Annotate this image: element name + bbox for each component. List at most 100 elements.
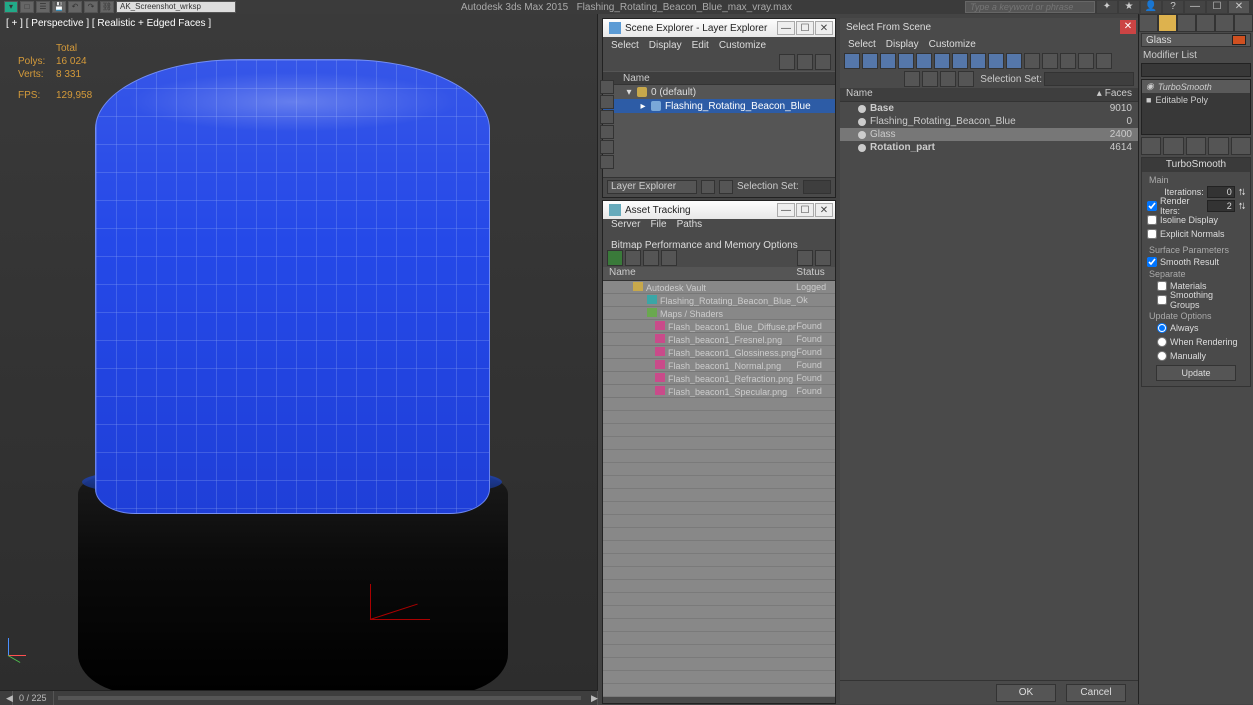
- timeline-next-icon[interactable]: ▶: [585, 691, 598, 705]
- display-all-icon[interactable]: [600, 80, 614, 94]
- viewport[interactable]: [ + ] [ Perspective ] [ Realistic + Edge…: [0, 14, 598, 690]
- smooth-result-checkbox[interactable]: [1147, 257, 1157, 267]
- smoothing-groups-checkbox[interactable]: [1157, 295, 1167, 305]
- find-icon[interactable]: [904, 71, 920, 87]
- asset-row[interactable]: Flash_beacon1_Blue_Diffuse.pngFound: [603, 320, 835, 333]
- utilities-tab-icon[interactable]: [1234, 14, 1253, 32]
- minimize-icon[interactable]: —: [777, 203, 795, 217]
- app-menu-icon[interactable]: ▾: [4, 1, 18, 13]
- filter-container-icon[interactable]: [970, 53, 986, 69]
- display-shapes-icon[interactable]: [600, 110, 614, 124]
- render-iters-spinner[interactable]: 2: [1207, 200, 1235, 212]
- help-icon[interactable]: ?: [1163, 1, 1183, 13]
- save-icon[interactable]: 💾: [52, 1, 66, 13]
- filter-camera-icon[interactable]: [898, 53, 914, 69]
- refresh-icon[interactable]: [607, 250, 623, 266]
- sfs-row[interactable]: Flashing_Rotating_Beacon_Blue0: [840, 115, 1138, 128]
- menu-display[interactable]: Display: [649, 40, 682, 51]
- tree-row-object[interactable]: ▸ Flashing_Rotating_Beacon_Blue: [603, 99, 835, 113]
- beacon-model[interactable]: [60, 49, 530, 669]
- tool-icon-2[interactable]: [643, 250, 659, 266]
- signin-icon[interactable]: 👤: [1141, 1, 1161, 13]
- sfs-row[interactable]: Glass2400: [840, 128, 1138, 141]
- sfs-selection-set-dropdown[interactable]: [1044, 72, 1134, 86]
- filter-geom-icon[interactable]: [844, 53, 860, 69]
- update-button[interactable]: Update: [1156, 365, 1236, 381]
- close-button[interactable]: ✕: [1229, 1, 1249, 13]
- update-rendering-radio[interactable]: [1157, 337, 1167, 347]
- sfs-table-header[interactable]: Name ▴Faces: [840, 88, 1138, 102]
- display-geom-icon[interactable]: [600, 95, 614, 109]
- explorer-dropdown[interactable]: Layer Explorer: [607, 180, 697, 194]
- settings-icon[interactable]: [958, 71, 974, 87]
- modify-tab-icon[interactable]: [1158, 14, 1177, 32]
- asset-row[interactable]: Flash_beacon1_Refraction.pngFound: [603, 372, 835, 385]
- display-icon[interactable]: [1024, 53, 1040, 69]
- display-icon-4[interactable]: [1078, 53, 1094, 69]
- time-slider[interactable]: [58, 696, 581, 700]
- minimize-icon[interactable]: —: [777, 21, 795, 35]
- menu-server[interactable]: Server: [611, 219, 640, 230]
- make-unique-icon[interactable]: [1186, 137, 1206, 155]
- display-icon-2[interactable]: [1042, 53, 1058, 69]
- minimize-button[interactable]: —: [1185, 1, 1205, 13]
- render-iters-checkbox[interactable]: [1147, 201, 1157, 211]
- transform-gizmo[interactable]: [370, 584, 440, 634]
- asset-row[interactable]: Flashing_Rotating_Beacon_Blue_max_vray.m…: [603, 294, 835, 307]
- timeline-prev-icon[interactable]: ◀: [0, 691, 13, 705]
- layer-settings-icon[interactable]: [719, 180, 733, 194]
- rollout-header[interactable]: TurboSmooth: [1142, 158, 1250, 172]
- redo-icon[interactable]: ↷: [84, 1, 98, 13]
- maximize-button[interactable]: ☐: [1207, 1, 1227, 13]
- filter-space-icon[interactable]: [934, 53, 950, 69]
- menu-paths[interactable]: Paths: [677, 219, 703, 230]
- menu-customize[interactable]: Customize: [719, 40, 766, 51]
- tool-icon-3[interactable]: [661, 250, 677, 266]
- asset-row[interactable]: Maps / Shaders: [603, 307, 835, 320]
- viewport-label[interactable]: [ + ] [ Perspective ] [ Realistic + Edge…: [6, 18, 211, 29]
- asset-row[interactable]: Flash_beacon1_Glossiness.pngFound: [603, 346, 835, 359]
- explicit-normals-checkbox[interactable]: [1147, 229, 1157, 239]
- scene-explorer-title-bar[interactable]: Scene Explorer - Layer Explorer — ☐ ✕: [603, 19, 835, 37]
- filter-frozen-icon[interactable]: [988, 53, 1004, 69]
- maximize-icon[interactable]: ☐: [796, 21, 814, 35]
- layer-icon-btn[interactable]: [701, 180, 715, 194]
- show-result-icon[interactable]: [1163, 137, 1183, 155]
- help-search-input[interactable]: [965, 1, 1095, 13]
- cancel-button[interactable]: Cancel: [1066, 684, 1126, 702]
- pin-stack-icon[interactable]: [1141, 137, 1161, 155]
- display-cameras-icon[interactable]: [600, 140, 614, 154]
- menu-display[interactable]: Display: [886, 39, 919, 50]
- asset-row[interactable]: Autodesk VaultLogged: [603, 281, 835, 294]
- display-icon-3[interactable]: [1060, 53, 1076, 69]
- asset-row[interactable]: Flash_beacon1_Specular.pngFound: [603, 385, 835, 398]
- asset-tracking-title-bar[interactable]: Asset Tracking — ☐ ✕: [603, 201, 835, 219]
- ok-button[interactable]: OK: [996, 684, 1056, 702]
- modifier-turbosmooth[interactable]: ◉TurboSmooth: [1142, 80, 1250, 93]
- menu-select[interactable]: Select: [611, 40, 639, 51]
- display-helpers-icon[interactable]: [600, 155, 614, 169]
- undo-icon[interactable]: ↶: [68, 1, 82, 13]
- filter-bone-icon[interactable]: [952, 53, 968, 69]
- maximize-icon[interactable]: ☐: [796, 203, 814, 217]
- tools-icon[interactable]: [815, 54, 831, 70]
- menu-file[interactable]: File: [650, 219, 666, 230]
- update-manually-radio[interactable]: [1157, 351, 1167, 361]
- filter-shape-icon[interactable]: [862, 53, 878, 69]
- asset-row[interactable]: Flash_beacon1_Normal.pngFound: [603, 359, 835, 372]
- asset-row[interactable]: Flash_beacon1_Fresnel.pngFound: [603, 333, 835, 346]
- favorites-icon[interactable]: ★: [1119, 1, 1139, 13]
- tool-icon[interactable]: [625, 250, 641, 266]
- filter-light-icon[interactable]: [880, 53, 896, 69]
- modifier-list-dropdown[interactable]: [1141, 63, 1251, 77]
- view-icon-2[interactable]: [940, 71, 956, 87]
- close-icon[interactable]: ✕: [815, 203, 833, 217]
- comm-center-icon[interactable]: ✦: [1097, 1, 1117, 13]
- menu-select[interactable]: Select: [848, 39, 876, 50]
- motion-tab-icon[interactable]: [1196, 14, 1215, 32]
- modifier-stack[interactable]: ◉TurboSmooth ■Editable Poly: [1141, 79, 1251, 135]
- scene-explorer-column-header[interactable]: Name: [603, 71, 835, 85]
- update-always-radio[interactable]: [1157, 323, 1167, 333]
- close-icon[interactable]: ✕: [815, 21, 833, 35]
- isoline-checkbox[interactable]: [1147, 215, 1157, 225]
